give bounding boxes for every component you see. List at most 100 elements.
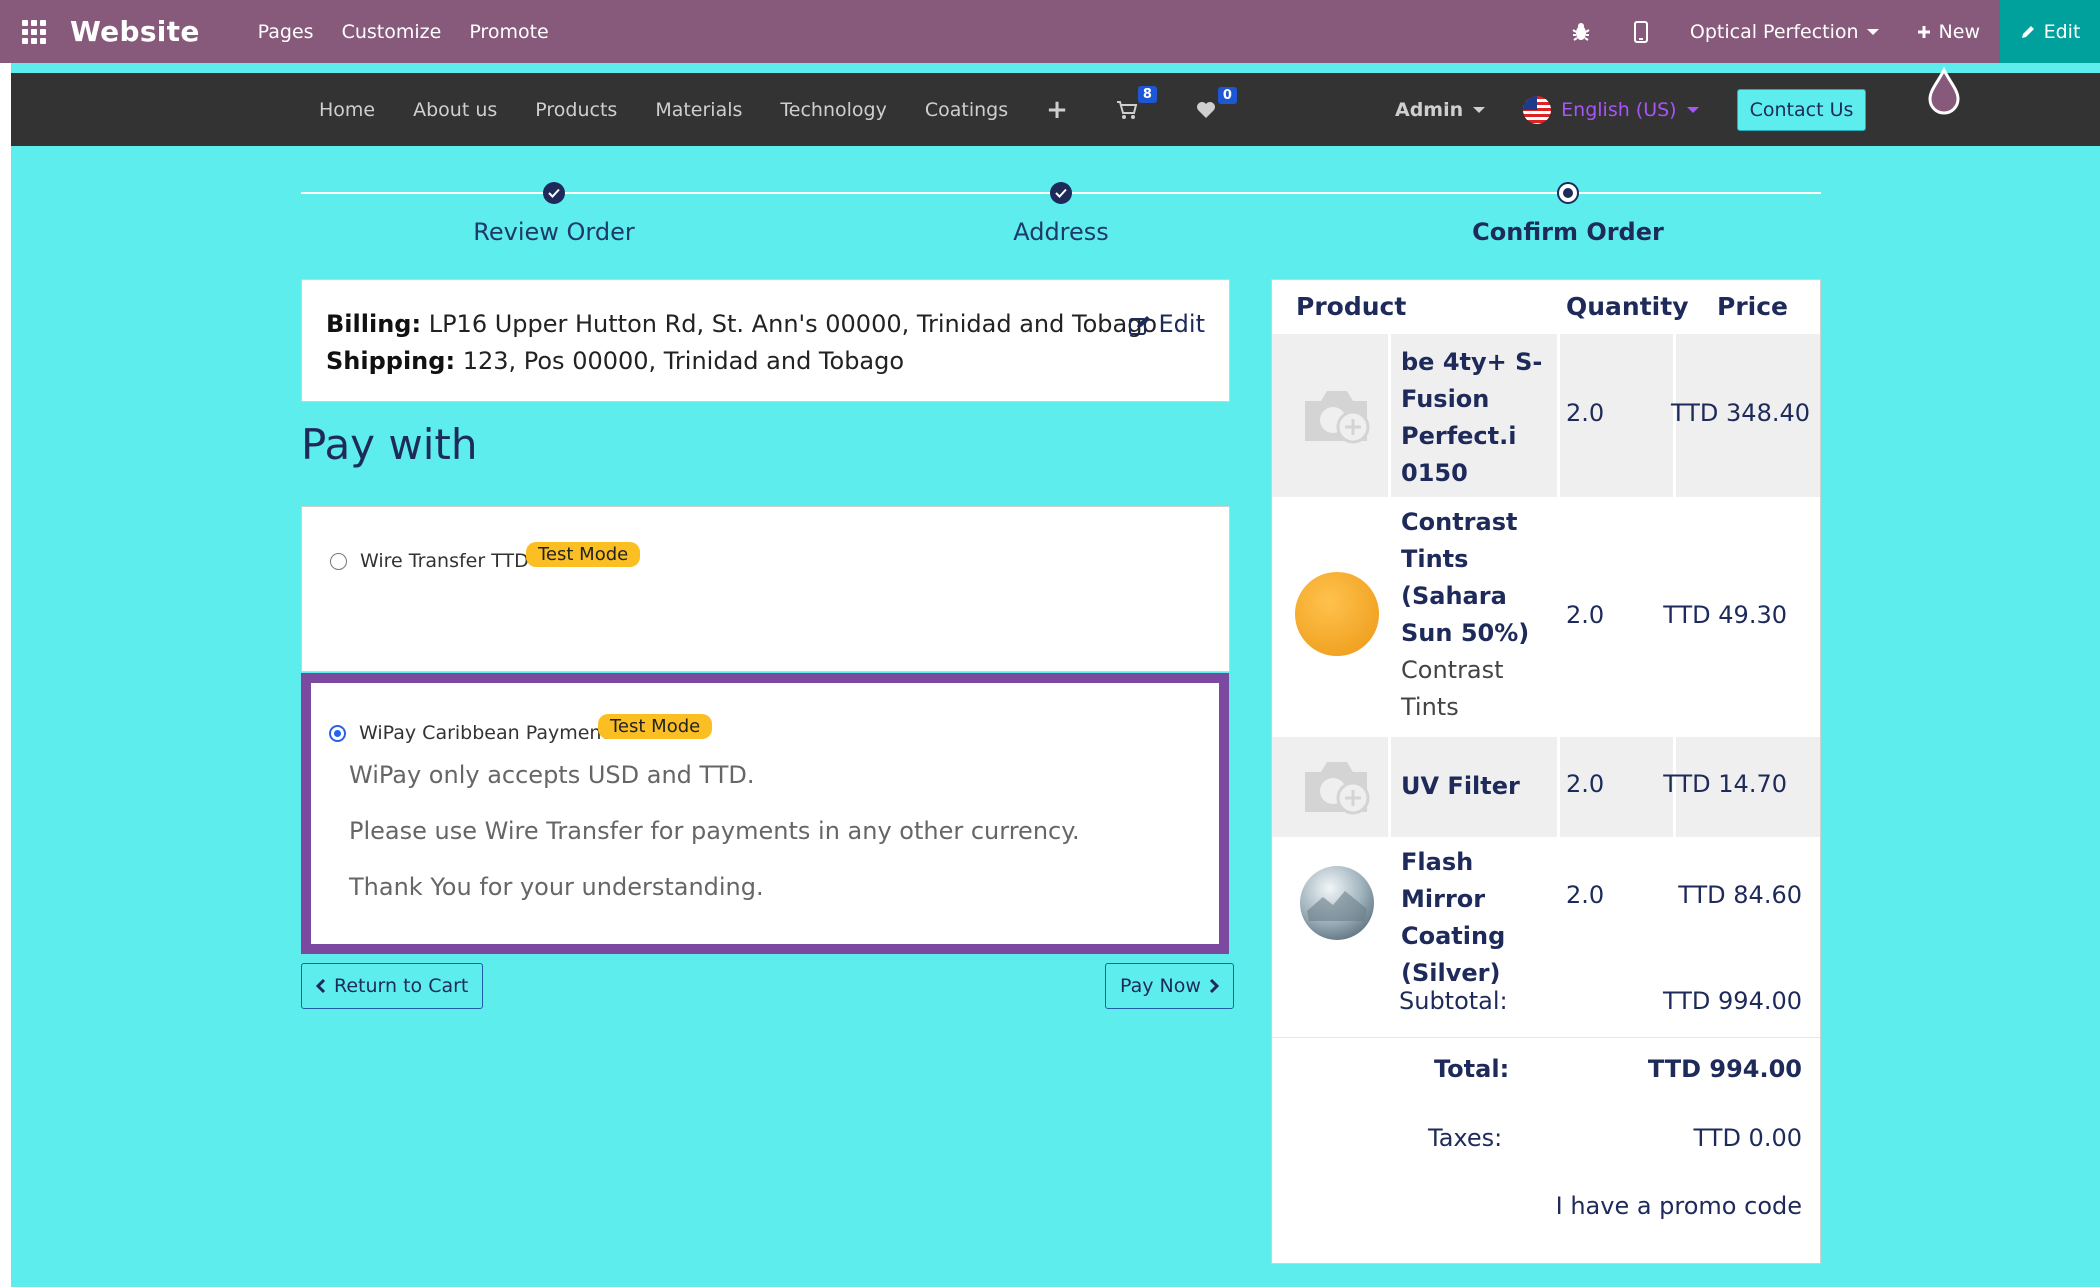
wipay-message-line: WiPay only accepts USD and TTD.: [349, 761, 755, 789]
col-header-price: Price: [1717, 292, 1788, 321]
col-header-quantity: Quantity: [1566, 292, 1689, 321]
edit-address-label: Edit: [1158, 310, 1205, 338]
shipping-label: Shipping:: [326, 347, 456, 375]
product-name[interactable]: UV Filter: [1401, 768, 1551, 805]
return-to-cart-button[interactable]: Return to Cart: [301, 963, 484, 1009]
product-price: TTD 49.30: [1663, 601, 1787, 629]
edit-button[interactable]: Edit: [2000, 0, 2100, 63]
wipay-radio[interactable]: [329, 725, 346, 742]
menu-pages[interactable]: Pages: [258, 21, 314, 43]
bug-icon[interactable]: [1570, 21, 1592, 43]
shipping-line: Shipping: 123, Pos 00000, Trinidad and T…: [326, 343, 1205, 380]
user-name: Admin: [1395, 98, 1464, 121]
step-review-check-icon: [543, 182, 565, 204]
cart-icon: [1116, 100, 1138, 119]
plus-icon: [1917, 25, 1930, 38]
edit-label: Edit: [2043, 20, 2081, 43]
menu-customize[interactable]: Customize: [342, 21, 442, 43]
subtotal-value: TTD 994.00: [1663, 987, 1802, 1015]
admin-bar: Website Pages Customize Promote Optical …: [0, 0, 2100, 63]
table-row: be 4ty+ S-Fusion Perfect.i 0150 2.0 TTD …: [1272, 334, 1820, 497]
chevron-down-icon: [1686, 106, 1699, 113]
nav-products[interactable]: Products: [535, 99, 617, 121]
total-value: TTD 994.00: [1647, 1055, 1802, 1083]
admin-menu: Pages Customize Promote: [258, 21, 549, 43]
silver-mirror-lens-image: [1294, 860, 1380, 946]
checkout-progress: Review Order Address Confirm Order: [301, 175, 1821, 255]
new-label: New: [1938, 20, 1980, 43]
heart-icon: [1196, 101, 1215, 118]
orange-lens-image: [1294, 571, 1380, 657]
table-row: Contrast Tints (Sahara Sun 50%) Contrast…: [1272, 500, 1820, 734]
company-switcher[interactable]: Optical Perfection: [1690, 21, 1879, 43]
language-label: English (US): [1561, 98, 1677, 121]
site-navbar: Home About us Products Materials Technol…: [11, 73, 2100, 146]
step-address-check-icon: [1050, 182, 1072, 204]
wishlist-link[interactable]: 0: [1196, 86, 1237, 119]
drop-icon: [1928, 66, 1960, 115]
cell-separator: [1557, 334, 1560, 497]
product-price: TTD 84.60: [1678, 881, 1802, 909]
product-qty: 2.0: [1566, 881, 1605, 909]
cart-link[interactable]: 8: [1116, 85, 1157, 120]
nav-about-us[interactable]: About us: [413, 99, 497, 121]
address-summary: Billing: LP16 Upper Hutton Rd, St. Ann's…: [301, 279, 1230, 402]
step-review-order[interactable]: Review Order: [473, 218, 634, 246]
chevron-right-icon: [1209, 978, 1219, 994]
payment-option-wipay[interactable]: WiPay Caribbean Payment Test Mode WiPay …: [301, 673, 1229, 954]
nav-links: Home About us Products Materials Technol…: [319, 73, 1237, 146]
nav-materials[interactable]: Materials: [655, 99, 742, 121]
apps-icon[interactable]: [22, 19, 46, 44]
user-menu[interactable]: Admin: [1395, 98, 1486, 121]
placeholder-camera-icon: [1294, 373, 1380, 459]
app-title[interactable]: Website: [70, 15, 200, 48]
language-selector[interactable]: English (US): [1523, 95, 1699, 124]
product-price: TTD 348.40: [1671, 399, 1810, 427]
product-qty: 2.0: [1566, 399, 1605, 427]
edit-address-link[interactable]: Edit: [1128, 306, 1205, 343]
step-confirm-dot-icon: [1557, 182, 1579, 204]
product-name[interactable]: Flash Mirror Coating (Silver): [1401, 844, 1551, 992]
product-description: Contrast Tints: [1401, 656, 1504, 721]
pay-with-heading: Pay with: [301, 420, 478, 469]
product-name-block[interactable]: Contrast Tints (Sahara Sun 50%) Contrast…: [1401, 504, 1551, 726]
contact-us-button[interactable]: Contact Us: [1736, 88, 1867, 131]
step-address[interactable]: Address: [1013, 218, 1109, 246]
wipay-message-line: Please use Wire Transfer for payments in…: [349, 817, 1080, 845]
placeholder-camera-icon: [1294, 744, 1380, 830]
menu-promote[interactable]: Promote: [469, 21, 548, 43]
product-qty: 2.0: [1566, 770, 1605, 798]
mobile-preview-icon[interactable]: [1630, 20, 1652, 43]
cart-count-badge: 8: [1137, 85, 1157, 103]
cell-separator: [1388, 737, 1391, 837]
wipay-name: WiPay Caribbean Payment: [359, 722, 609, 744]
chevron-down-icon: [1473, 106, 1486, 113]
table-row: Flash Mirror Coating (Silver) 2.0 TTD 84…: [1272, 840, 1820, 987]
wipay-message: WiPay only accepts USD and TTD. Please u…: [349, 747, 1080, 915]
us-flag-icon: [1523, 95, 1552, 124]
payment-option-wire-transfer[interactable]: Wire Transfer TTD Test Mode: [301, 506, 1230, 672]
product-name[interactable]: be 4ty+ S-Fusion Perfect.i 0150: [1401, 344, 1551, 492]
add-menu-item-icon[interactable]: +: [1046, 97, 1068, 123]
nav-coatings[interactable]: Coatings: [925, 99, 1008, 121]
wishlist-count-badge: 0: [1217, 86, 1237, 104]
cell-separator: [1557, 737, 1560, 837]
product-name: Contrast Tints (Sahara Sun 50%): [1401, 508, 1530, 647]
chevron-down-icon: [1866, 28, 1879, 35]
product-qty: 2.0: [1566, 601, 1605, 629]
taxes-value: TTD 0.00: [1693, 1124, 1802, 1152]
billing-address: LP16 Upper Hutton Rd, St. Ann's 00000, T…: [428, 310, 1158, 338]
chevron-left-icon: [316, 978, 326, 994]
promo-code-link[interactable]: I have a promo code: [1556, 1192, 1802, 1220]
pay-now-button[interactable]: Pay Now: [1105, 963, 1234, 1009]
taxes-label: Taxes:: [1428, 1124, 1503, 1152]
wire-transfer-name: Wire Transfer TTD: [360, 550, 529, 572]
nav-home[interactable]: Home: [319, 99, 375, 121]
nav-technology[interactable]: Technology: [780, 99, 886, 121]
wire-transfer-radio[interactable]: [330, 553, 347, 570]
cell-separator: [1388, 334, 1391, 497]
return-to-cart-label: Return to Cart: [334, 975, 469, 997]
product-price: TTD 14.70: [1663, 770, 1787, 798]
new-button[interactable]: New: [1917, 21, 1980, 43]
wipay-message-line: Thank You for your understanding.: [349, 873, 764, 901]
